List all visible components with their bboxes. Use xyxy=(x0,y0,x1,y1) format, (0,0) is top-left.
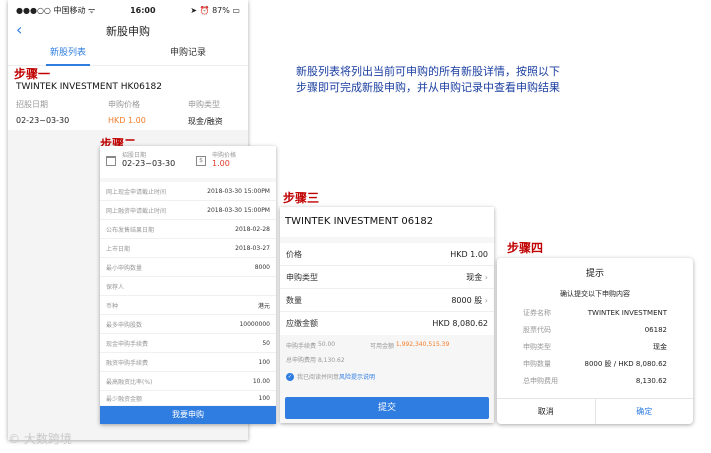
dialog-rows: 证券名称 TWINTEK INVESTMENT 股票代码 06182 申购类型 现金 … xyxy=(497,299,693,389)
price-row: 价格 HKD 1.00 xyxy=(280,243,494,266)
risk-link[interactable]: 风险提示说明 xyxy=(339,372,375,381)
chevron-right-icon: › xyxy=(484,272,488,282)
detail-row: 最高融资比率(%) 10.00 xyxy=(100,372,276,391)
col-price-value: HKD 1.00 xyxy=(108,116,146,125)
dialog-row: 申购类型 现金 xyxy=(523,342,667,351)
detail-row: 最多申购股数 10000000 xyxy=(100,315,276,334)
submit-button[interactable]: 提交 xyxy=(285,397,489,419)
step-3-label: 步骤三 xyxy=(283,191,320,205)
header-date-label: 招股日期 xyxy=(122,152,147,159)
back-arrow-icon[interactable]: ‹ xyxy=(16,20,22,40)
header-price-value: 1.00 xyxy=(212,159,230,168)
agree-checkbox[interactable]: ✓ 我已阅读并同意 风险提示说明 xyxy=(280,364,494,381)
col-date-label: 招股日期 xyxy=(16,100,48,109)
page-title: 新股申购 xyxy=(106,25,150,38)
col-type-label: 申购类型 xyxy=(188,100,220,109)
fee-row: 申购手续费 50.00 可用金额 1,992,340,515.39 xyxy=(286,341,450,350)
dialog-row: 申购数量 8000 股 / HKD 8,080.62 xyxy=(523,359,667,368)
check-circle-icon: ✓ xyxy=(286,372,294,381)
header-price-label: 申购价格 xyxy=(212,152,237,159)
dialog-row: 股票代码 06182 xyxy=(523,325,667,334)
tab-new-stocks[interactable]: 新股列表 xyxy=(8,42,128,66)
detail-row: 上市日期 2018-03-27 xyxy=(100,239,276,258)
apply-button[interactable]: 我要申购 xyxy=(100,406,276,424)
detail-panel: 招股日期 02-23~03-30 $ 申购价格 1.00 网上现金申请截止时间 2… xyxy=(100,146,276,424)
quantity-select[interactable]: 数量 8000 股 › xyxy=(280,289,494,312)
watermark-logo-icon: © xyxy=(8,432,20,446)
status-carrier: ●●●○○ 中国移动 ᯤ xyxy=(16,5,96,15)
dialog-title: 提示 xyxy=(585,269,604,279)
detail-header: 招股日期 02-23~03-30 $ 申购价格 1.00 xyxy=(100,146,276,178)
due-row: 应缴金额 HKD 8,080.62 xyxy=(286,319,488,328)
stock-title: TWINTEK INVESTMENT HK06182 xyxy=(16,82,163,92)
col-price-label: 申购价格 xyxy=(108,100,140,109)
description-text: 新股列表将列出当前可申购的所有新股详情，按照以下步骤即可完成新股申购，并从申购记… xyxy=(296,65,560,94)
detail-row: 保荐人 xyxy=(100,277,276,296)
watermark: © 大数跨境 xyxy=(8,432,72,446)
col-date-value: 02-23~03-30 xyxy=(16,116,70,125)
nav-bar: ‹ 新股申购 xyxy=(8,20,248,42)
chevron-right-icon: › xyxy=(484,295,488,305)
status-time: 16:00 xyxy=(130,5,156,15)
dialog-row: 证券名称 TWINTEK INVESTMENT xyxy=(523,308,667,317)
step-4-label: 步骤四 xyxy=(507,241,544,255)
detail-row: 融资申购手续费 100 xyxy=(100,353,276,372)
status-battery: ➤ ⏰ 87% ▭ xyxy=(190,5,240,15)
total-row: 总申购费用 8,130.62 xyxy=(286,357,345,364)
detail-row: 公布发售结果日期 2018-02-28 xyxy=(100,220,276,239)
detail-row: 现金申购手续费 50 xyxy=(100,334,276,353)
type-select[interactable]: 申购类型 现金 › xyxy=(280,266,494,289)
step-1-label: 步骤一 xyxy=(14,67,51,81)
dialog-row: 总申购费用 8,130.62 xyxy=(523,376,667,385)
confirm-dialog: 提示 确认提交以下申购内容 证券名称 TWINTEK INVESTMENT 股票代… xyxy=(497,258,693,424)
detail-row: 网上现金申请截止时间 2018-03-30 15:00PM xyxy=(100,182,276,201)
dialog-subtitle: 确认提交以下申购内容 xyxy=(560,290,630,298)
detail-row: 最少融资金额 100 xyxy=(106,394,270,403)
detail-row: 最小申购数量 8000 xyxy=(100,258,276,277)
form-title: TWINTEK INVESTMENT 06182 xyxy=(280,207,494,237)
col-type-value: 现金/融资 xyxy=(188,117,223,126)
form-panel: TWINTEK INVESTMENT 06182 价格 HKD 1.00 申购类型… xyxy=(280,207,494,423)
detail-rows: 网上现金申请截止时间 2018-03-30 15:00PM 网上融资申请截止时间 2… xyxy=(100,182,276,405)
cancel-button[interactable]: 取消 xyxy=(497,399,596,424)
confirm-button[interactable]: 确定 xyxy=(596,399,694,424)
dialog-actions: 取消 确定 xyxy=(497,398,693,424)
header-date-value: 02-23~03-30 xyxy=(122,159,176,168)
calendar-icon xyxy=(106,156,116,166)
tab-records[interactable]: 申购记录 xyxy=(128,42,248,65)
tabs: 新股列表 申购记录 xyxy=(8,42,248,66)
detail-row: 币种 港元 xyxy=(100,296,276,315)
dollar-icon: $ xyxy=(196,156,206,166)
status-bar: ●●●○○ 中国移动 ᯤ 16:00 ➤ ⏰ 87% ▭ xyxy=(8,0,248,20)
detail-row: 网上融资申请截止时间 2018-03-30 15:00PM xyxy=(100,201,276,220)
